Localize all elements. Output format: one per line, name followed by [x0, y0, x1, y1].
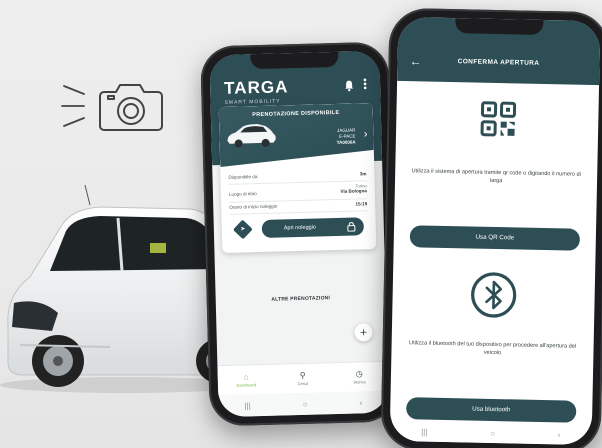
nav-label: Dashboard	[236, 382, 257, 388]
info-value: Torino Via Bologna	[340, 183, 367, 194]
other-reservations-title: ALTRE PRENOTAZIONI	[271, 295, 331, 303]
bluetooth-icon	[471, 272, 517, 318]
system-navigation-bar: ||| ○ ‹	[218, 390, 389, 418]
use-qr-code-button[interactable]: Usa QR Code	[409, 225, 581, 251]
confirm-opening-screen: ← CONFERMA APERTURA Utilizza il sistema …	[389, 16, 601, 446]
phone-dashboard: TARGA SMART MOBILITY • • • PRENOTAZIONE DI…	[200, 41, 398, 427]
back-button[interactable]: ‹	[360, 398, 363, 407]
reservation-card[interactable]: PRENOTAZIONE DISPONIBILE JAGUAR E-PACE T…	[218, 103, 377, 254]
flash-lines-icon	[61, 85, 85, 127]
recents-button[interactable]: |||	[244, 401, 250, 410]
use-bluetooth-button[interactable]: Usa bluetooth	[406, 397, 577, 423]
more-vertical-icon[interactable]: • • •	[363, 75, 367, 94]
nav-search[interactable]: ⚲ Cerca	[283, 370, 323, 386]
car-plate: TA0000A	[336, 139, 356, 145]
qr-instructions: Utilizza il sistema di apertura tramite …	[411, 168, 581, 185]
home-button[interactable]: ○	[490, 428, 495, 437]
qr-code-icon	[480, 101, 517, 137]
car-model: JAGUAR E-PACE TA0000A	[336, 127, 356, 145]
bluetooth-instructions: Utilizza il bluetooth del tuo dispositiv…	[409, 340, 577, 357]
bottom-navigation: ⌂ Dashboard ⚲ Cerca ◷ Storico	[217, 360, 389, 396]
info-row-available: Disponibile da 3m	[228, 171, 366, 180]
nav-label: Cerca	[297, 380, 309, 387]
info-row-start-time: Orario di inizio noleggio 15:15	[229, 201, 367, 210]
recents-button[interactable]: |||	[421, 427, 427, 436]
navigation-arrow-icon: ➤	[240, 226, 246, 233]
phone-notch	[250, 51, 339, 70]
info-label: Orario di inizio noleggio	[229, 203, 278, 210]
info-row-pickup: Luogo di ritiro Torino Via Bologna	[229, 183, 367, 197]
divider	[229, 210, 368, 215]
camera-icon	[61, 84, 163, 131]
home-icon: ⌂	[243, 372, 249, 382]
car-thumbnail-icon	[227, 124, 276, 148]
info-value: 3m	[359, 171, 367, 177]
clock-icon: ◷	[355, 369, 363, 379]
logo-brand: TARGA	[223, 77, 289, 98]
info-value-main: Via Bologna	[340, 188, 367, 194]
search-icon: ⚲	[299, 370, 306, 381]
add-button[interactable]: +	[354, 323, 373, 342]
nav-history[interactable]: ◷ Storico	[339, 369, 379, 385]
info-label: Disponibile da	[228, 174, 258, 180]
open-rental-button[interactable]: Apri noleggio	[261, 217, 365, 238]
targa-logo: TARGA SMART MOBILITY	[224, 77, 289, 106]
phone-confirm-opening: ← CONFERMA APERTURA Utilizza il sistema …	[380, 7, 602, 448]
lock-icon	[347, 222, 356, 232]
phone-notch	[455, 18, 544, 35]
home-button[interactable]: ○	[303, 399, 308, 408]
navigate-button[interactable]: ➤	[232, 219, 253, 240]
info-label: Luogo di ritiro	[228, 191, 257, 197]
chevron-right-icon[interactable]: ›	[364, 128, 368, 140]
info-value: 15:15	[355, 201, 368, 207]
nav-label: Storico	[353, 379, 366, 385]
back-button[interactable]: ‹	[558, 430, 561, 439]
dashboard-screen: TARGA SMART MOBILITY • • • PRENOTAZIONE DI…	[209, 50, 389, 418]
nav-dashboard[interactable]: ⌂ Dashboard	[226, 372, 266, 388]
open-rental-label: Apri noleggio	[283, 224, 317, 232]
bell-icon[interactable]	[344, 80, 354, 92]
system-navigation-bar: ||| ○ ‹	[389, 420, 592, 446]
